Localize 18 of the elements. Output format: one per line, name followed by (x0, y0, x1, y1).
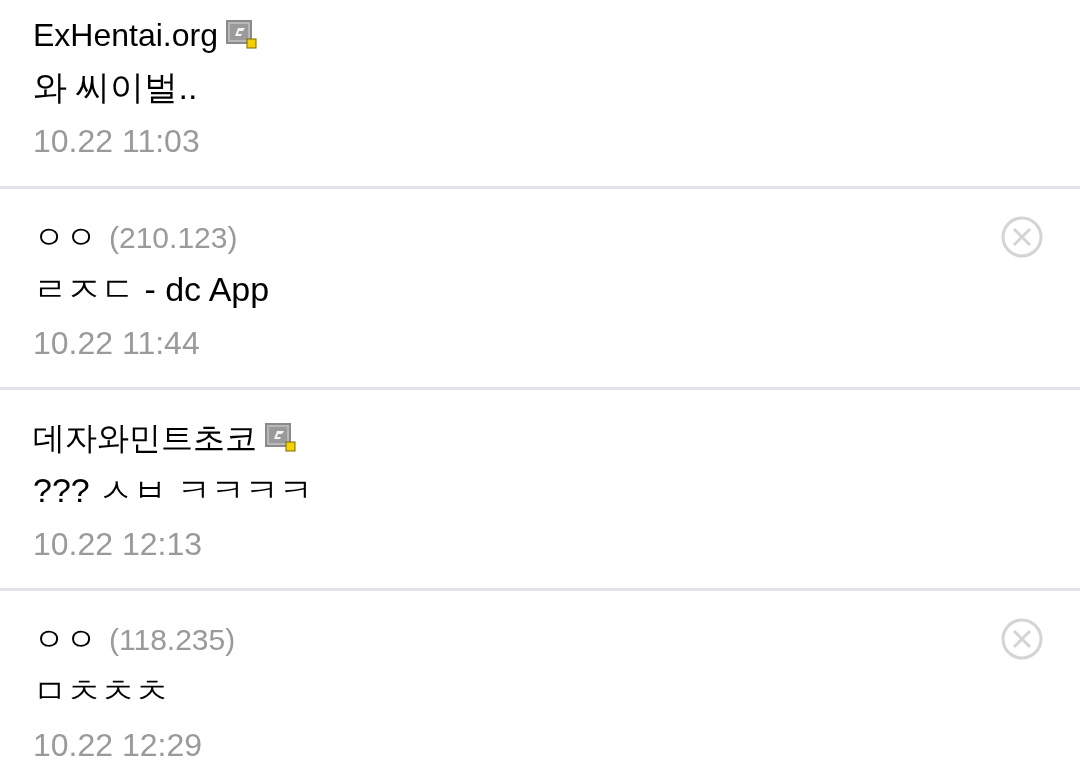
delete-button[interactable] (1000, 215, 1044, 259)
comment-text: ㄹㅈㄷ - dc App (33, 269, 271, 310)
comment-text: ??? ㅅㅂ ㅋㅋㅋㅋ (33, 470, 314, 511)
comment-time: 10.22 12:13 (33, 525, 204, 564)
comment-time: 10.22 12:29 (33, 726, 204, 765)
ip-address: (210.123) (109, 219, 238, 256)
author-name: 데자와민트초코 (33, 419, 257, 458)
comment-time: 10.22 11:44 (33, 324, 201, 363)
comment-time: 10.22 11:03 (33, 122, 201, 161)
ip-address: (118.235) (109, 621, 236, 658)
author-name: ExHentai.org (33, 16, 218, 55)
member-badge-icon (226, 20, 258, 50)
delete-button[interactable] (1000, 617, 1044, 661)
author-name: ㅇㅇ (33, 620, 97, 659)
author-name: ㅇㅇ (33, 218, 97, 257)
member-badge-icon (265, 423, 297, 453)
comment-text: 와 씨이벌.. (33, 67, 199, 108)
comment-text: ㅁㅊㅊㅊ (33, 671, 170, 712)
